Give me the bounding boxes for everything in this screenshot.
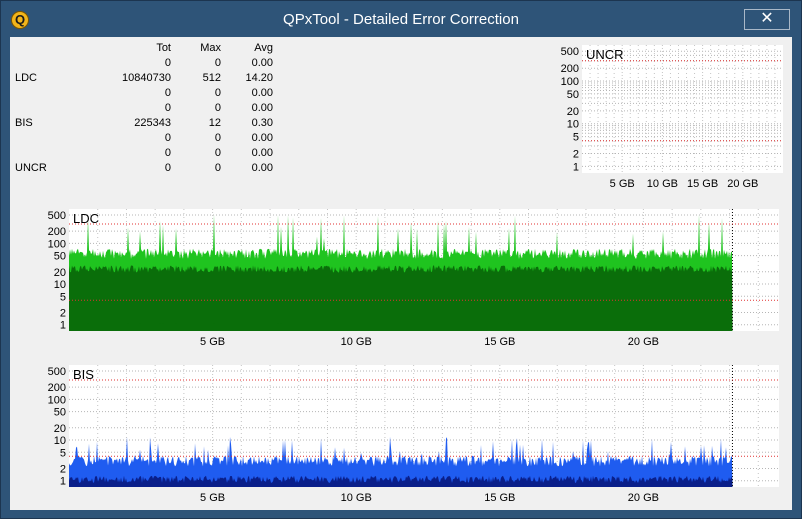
- x-tick-label: 20 GB: [628, 336, 659, 348]
- y-tick-label: 10: [567, 119, 579, 131]
- stats-row-label: [15, 85, 67, 100]
- stats-row-label: LDC: [15, 71, 38, 84]
- stats-row-tot: 10840730: [122, 71, 171, 84]
- mean-series: [69, 265, 733, 331]
- stats-row-max: 0: [214, 161, 221, 174]
- y-tick-label: 50: [567, 89, 579, 101]
- stats-row-max: 0: [214, 131, 221, 144]
- y-tick-label: 1: [60, 476, 66, 488]
- stats-row-avg: 0.00: [251, 131, 273, 144]
- stats-row-max: 0: [214, 86, 221, 99]
- x-tick-label: 5 GB: [200, 336, 225, 348]
- x-tick-label: 5 GB: [610, 178, 635, 190]
- stats-row-label: [15, 145, 67, 160]
- stats-row-max: 0: [214, 101, 221, 114]
- y-tick-label: 50: [54, 407, 66, 419]
- y-tick-label: 100: [48, 394, 66, 406]
- stats-row-tot: 0: [164, 146, 171, 159]
- stats-row-max: 0: [214, 146, 221, 159]
- stats-row-label: [15, 55, 67, 70]
- uncr-chart: 5002001005020105215 GB 10 GB 15 GB 20 GBUNC…: [561, 45, 783, 190]
- stats-header-row: Tot Max Avg: [15, 40, 273, 55]
- x-tick-label: 20 GB: [727, 178, 758, 190]
- chart-title: LDC: [73, 211, 99, 226]
- stats-row: 0 0 0.00: [15, 100, 273, 115]
- x-tick-label: 5 GB: [200, 492, 225, 504]
- stats-row-tot: 0: [164, 161, 171, 174]
- stats-row-avg: 0.00: [251, 101, 273, 114]
- y-tick-label: 50: [54, 251, 66, 263]
- stats-row-avg: 0.30: [251, 116, 273, 129]
- x-tick-label: 20 GB: [628, 492, 659, 504]
- stats-row-avg: 14.20: [245, 71, 273, 84]
- stats-header-avg: Avg: [254, 41, 273, 54]
- window-title: QPxTool - Detailed Error Correction: [283, 11, 519, 28]
- x-tick-label: 15 GB: [484, 336, 515, 348]
- stats-row-max: 0: [214, 56, 221, 69]
- y-tick-label: 10: [54, 279, 66, 291]
- ldc-chart: 5002001005020105215 GB 10 GB 15 GB 20 GBLDC: [48, 209, 779, 348]
- y-tick-label: 20: [567, 106, 579, 118]
- stats-row: 0 0 0.00: [15, 145, 273, 160]
- stats-row-tot: 0: [164, 56, 171, 69]
- y-tick-label: 100: [48, 238, 66, 250]
- y-tick-label: 500: [48, 366, 66, 378]
- qpxtool-window: Q QPxTool - Detailed Error Correction ✕ …: [0, 0, 802, 519]
- stats-row: UNCR 0 0 0.00: [15, 160, 273, 175]
- stats-row-tot: 225343: [134, 116, 171, 129]
- y-tick-label: 200: [48, 382, 66, 394]
- client-area: Tot Max Avg 0 0 0.00 LDC 10840730 512 14.20 0…: [10, 37, 792, 510]
- stats-header-tot: Tot: [156, 41, 171, 54]
- stats-row-avg: 0.00: [251, 146, 273, 159]
- y-tick-label: 2: [60, 307, 66, 319]
- y-tick-label: 100: [561, 76, 579, 88]
- bis-chart: 5002001005020105215 GB 10 GB 15 GB 20 GBBIS: [48, 365, 779, 504]
- y-tick-label: 2: [60, 463, 66, 475]
- y-tick-label: 1: [60, 320, 66, 332]
- stats-table: Tot Max Avg 0 0 0.00 LDC 10840730 512 14.20 0…: [15, 40, 273, 175]
- y-tick-label: 5: [60, 447, 66, 459]
- stats-row-tot: 0: [164, 131, 171, 144]
- stats-row: LDC 10840730 512 14.20: [15, 70, 273, 85]
- y-tick-label: 200: [48, 226, 66, 238]
- x-tick-label: 10 GB: [341, 336, 372, 348]
- stats-row-avg: 0.00: [251, 56, 273, 69]
- stats-row-tot: 0: [164, 101, 171, 114]
- stats-row-avg: 0.00: [251, 161, 273, 174]
- y-tick-label: 200: [561, 63, 579, 75]
- x-tick-label: 10 GB: [647, 178, 678, 190]
- stats-row-max: 12: [208, 116, 221, 129]
- y-tick-label: 5: [573, 132, 579, 144]
- x-tick-label: 15 GB: [484, 492, 515, 504]
- y-tick-label: 20: [54, 423, 66, 435]
- stats-row-label: [15, 130, 67, 145]
- chart-title: BIS: [73, 367, 94, 382]
- stats-row-label: [15, 100, 67, 115]
- stats-row-tot: 0: [164, 86, 171, 99]
- title-bar[interactable]: Q QPxTool - Detailed Error Correction ✕: [1, 1, 801, 37]
- x-tick-label: 10 GB: [341, 492, 372, 504]
- chart-title: UNCR: [586, 47, 624, 62]
- y-tick-label: 500: [48, 210, 66, 222]
- stats-header-max: Max: [200, 41, 221, 54]
- stats-row-max: 512: [202, 71, 221, 84]
- stats-row: BIS 225343 12 0.30: [15, 115, 273, 130]
- stats-row: 0 0 0.00: [15, 130, 273, 145]
- y-tick-label: 20: [54, 267, 66, 279]
- y-tick-label: 5: [60, 291, 66, 303]
- y-tick-label: 2: [573, 149, 579, 161]
- stats-row: 0 0 0.00: [15, 55, 273, 70]
- x-tick-label: 15 GB: [687, 178, 718, 190]
- stats-row: 0 0 0.00: [15, 85, 273, 100]
- y-tick-label: 10: [54, 435, 66, 447]
- stats-header-label: [15, 40, 67, 55]
- stats-row-avg: 0.00: [251, 86, 273, 99]
- y-tick-label: 500: [561, 46, 579, 58]
- y-tick-label: 1: [573, 161, 579, 173]
- stats-row-label: UNCR: [15, 161, 47, 174]
- stats-row-label: BIS: [15, 116, 33, 129]
- close-button[interactable]: ✕: [744, 9, 790, 30]
